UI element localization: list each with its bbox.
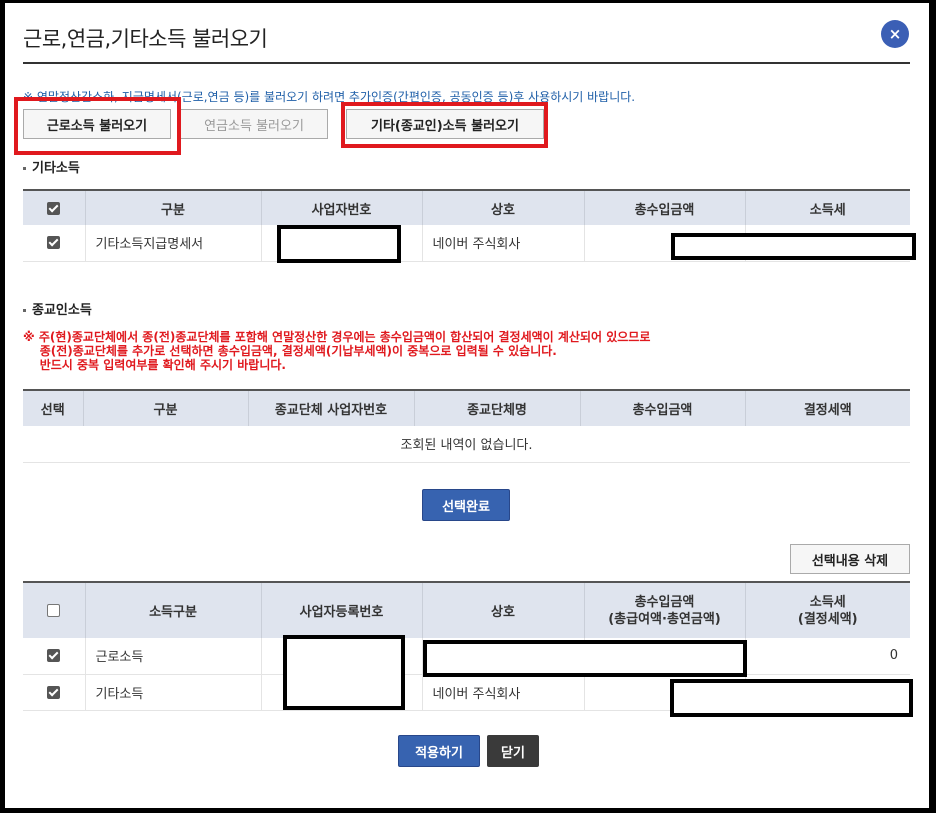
header-company: 상호 — [421, 190, 584, 225]
cell-tax: 0 — [744, 638, 910, 675]
header-decided-tax: 결정세액 — [744, 390, 910, 426]
header-total: 총수입금액 — [583, 190, 745, 225]
apply-button[interactable]: 적용하기 — [398, 735, 480, 767]
header-select-all[interactable] — [23, 190, 85, 225]
row-checkbox[interactable] — [47, 649, 61, 663]
cell-income-type: 근로소득 — [84, 638, 261, 675]
cell-type: 기타소득지급명세서 — [84, 225, 261, 262]
select-done-button[interactable]: 선택완료 — [422, 489, 510, 521]
close-icon[interactable]: × — [881, 20, 909, 48]
section-title-religious-income: 종교인소득 — [23, 299, 92, 318]
header-income-type: 소득구분 — [84, 582, 261, 638]
header-religious-biz-no: 종교단체 사업자번호 — [247, 390, 414, 426]
header-select-all[interactable] — [23, 582, 85, 638]
select-all-checkbox[interactable] — [47, 604, 61, 617]
select-all-checkbox[interactable] — [47, 201, 61, 215]
load-income-dialog: 근로,연금,기타소득 불러오기 × ※ 연말정산간소화, 지급명세서(근로,연금… — [5, 3, 929, 808]
auth-notice: ※ 연말정산간소화, 지급명세서(근로,연금 등)를 불러오기 하려면 추가인증… — [23, 90, 636, 104]
header-religious-name: 종교단체명 — [413, 390, 580, 426]
close-button[interactable]: 닫기 — [487, 735, 539, 767]
delete-selected-button[interactable]: 선택내용 삭제 — [790, 544, 910, 574]
cell-company: 네이버 주식회사 — [421, 674, 584, 711]
religious-income-table: 선택 구분 종교단체 사업자번호 종교단체명 총수입금액 결정세액 조회된 내역… — [23, 389, 910, 463]
header-total: 총수입금액 — [579, 390, 745, 426]
header-total: 총수입금액 (총급여액·총연금액) — [583, 582, 745, 638]
pension-income-load-button[interactable]: 연금소득 불러오기 — [180, 109, 328, 139]
empty-message: 조회된 내역이 없습니다. — [23, 426, 910, 463]
redaction-box — [277, 225, 401, 263]
header-company: 상호 — [421, 582, 584, 638]
header-biz-no: 사업자번호 — [260, 190, 422, 225]
header-type: 구분 — [82, 390, 248, 426]
other-income-load-button[interactable]: 기타(종교인)소득 불러오기 — [346, 109, 544, 139]
religious-warning: ※ 주(현)종교단체에서 종(전)종교단체를 포함해 연말정산한 경우에는 총수… — [23, 330, 651, 372]
section-title-other-income: 기타소득 — [23, 157, 80, 176]
row-checkbox[interactable] — [47, 685, 61, 699]
cell-company: 네이버 주식회사 — [421, 225, 584, 262]
dialog-title: 근로,연금,기타소득 불러오기 — [23, 27, 268, 51]
cell-income-type: 기타소득 — [84, 674, 261, 711]
redaction-box — [283, 635, 405, 710]
labor-income-load-button[interactable]: 근로소득 불러오기 — [23, 109, 171, 139]
header-tax: 소득세 (결정세액) — [744, 582, 910, 638]
row-checkbox[interactable] — [47, 236, 61, 250]
header-type: 구분 — [84, 190, 261, 225]
redaction-box — [671, 233, 916, 260]
header-select: 선택 — [23, 390, 83, 426]
redaction-box — [670, 679, 913, 717]
title-divider — [23, 62, 910, 64]
header-biz-reg-no: 사업자등록번호 — [260, 582, 422, 638]
redaction-box — [423, 640, 747, 677]
header-tax: 소득세 — [744, 190, 910, 225]
